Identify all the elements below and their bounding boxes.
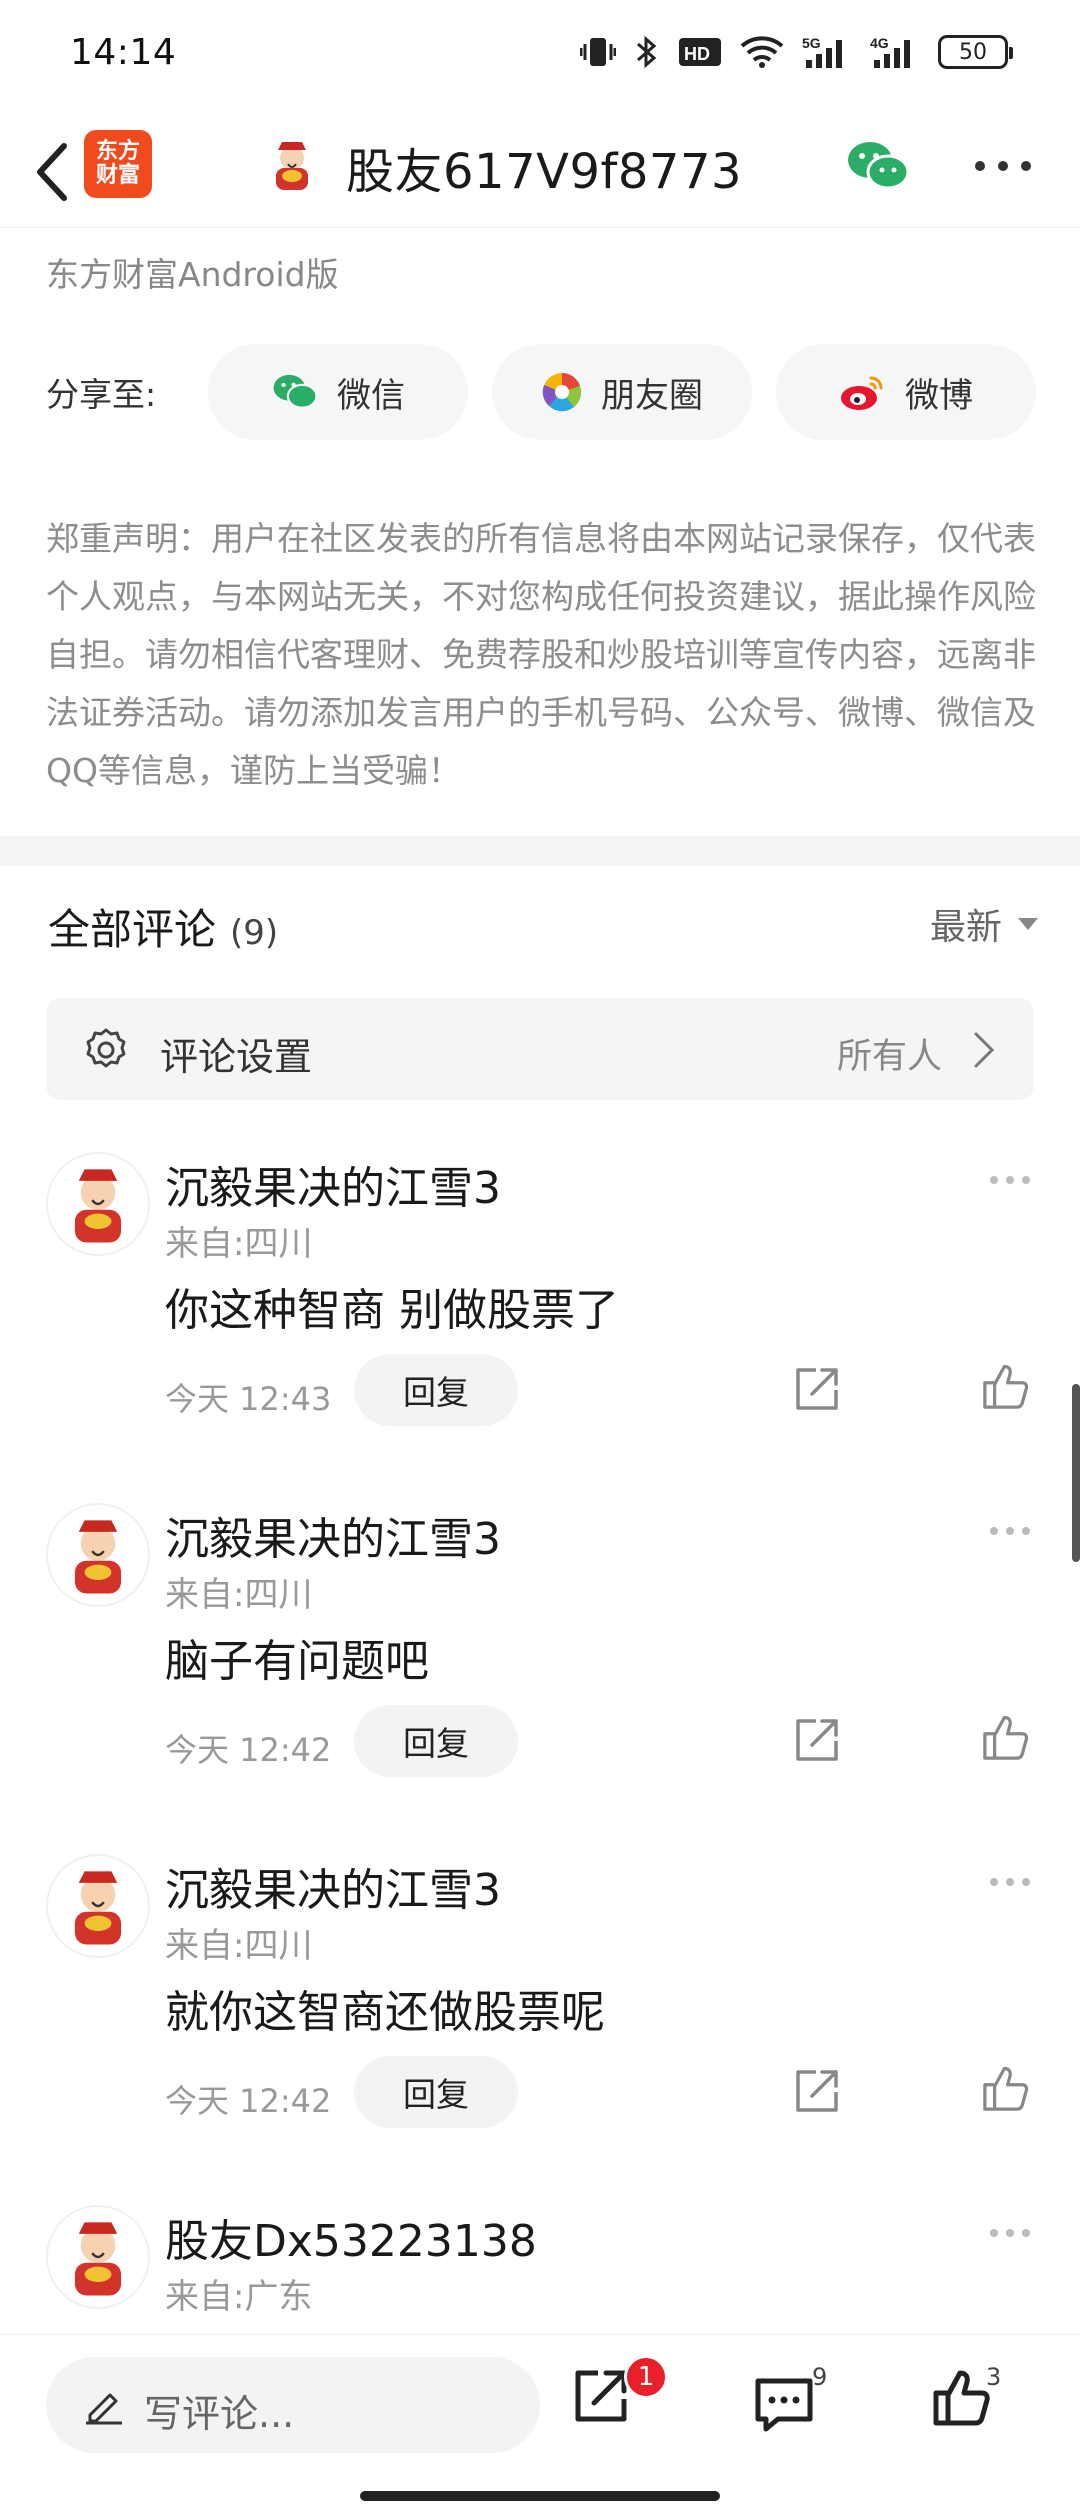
sort-dropdown[interactable]: 最新 xyxy=(930,898,1038,950)
header: 东方 财富 股友617V9f8773 xyxy=(0,116,1080,228)
comment-location: 来自:四川 xyxy=(165,1926,313,1966)
page-title: 股友617V9f8773 xyxy=(346,144,743,200)
share-wechat-label: 微信 xyxy=(337,375,405,416)
share-row: 分享至: 微信 朋友圈 微博 xyxy=(46,344,1046,440)
comment-location: 来自:四川 xyxy=(165,1224,313,1264)
comment-placeholder: 写评论... xyxy=(144,2392,295,2436)
comment-settings-label: 评论设置 xyxy=(160,1035,313,1079)
comments-icon[interactable] xyxy=(752,2375,816,2435)
disclaimer: 郑重声明：用户在社区发表的所有信息将由本网站记录保存，仅代表个人观点，与本网站无… xyxy=(46,519,1036,790)
comment-text: 就你这智商还做股票呢 xyxy=(165,1987,605,2038)
comment-time: 今天 12:42 xyxy=(165,1731,332,1769)
comment-settings-value: 所有人 xyxy=(836,1037,942,1077)
app-logo-line1: 东方 xyxy=(95,139,140,164)
comment-author[interactable]: 股友Dx53223138 xyxy=(165,2205,537,2269)
avatar[interactable] xyxy=(46,1854,150,1958)
bluetooth-icon xyxy=(637,35,657,69)
comment-author[interactable]: 沉毅果决的江雪3 xyxy=(165,1503,501,1567)
share-weibo-button[interactable]: 微博 xyxy=(776,344,1036,440)
thumbs-up-icon[interactable] xyxy=(930,2365,994,2429)
signal-5g-icon: 5G xyxy=(802,35,842,68)
signal-4g-icon: 4G xyxy=(870,35,910,68)
status-bar: 14:14 HD 5G 4G 50 xyxy=(0,0,1080,104)
battery-level: 50 xyxy=(959,39,987,65)
bottom-bar: 写评论... 1 9 3 xyxy=(0,2334,1080,2520)
comments-count: (9) xyxy=(230,913,279,953)
author-avatar[interactable] xyxy=(262,136,322,196)
comment-location: 来自:广东 xyxy=(165,2277,313,2317)
comment-item: 沉毅果决的江雪3 来自:四川你这种智商 别做股票了今天 12:43 回复 xyxy=(0,1152,1080,1502)
gear-icon xyxy=(86,1028,126,1068)
share-moments-label: 朋友圈 xyxy=(601,375,703,416)
app-logo[interactable]: 东方 财富 xyxy=(84,130,152,198)
comment-settings-row[interactable]: 评论设置 所有人 xyxy=(46,998,1034,1100)
sort-label: 最新 xyxy=(929,907,1002,948)
home-indicator[interactable] xyxy=(360,2491,720,2501)
comment-author[interactable]: 沉毅果决的江雪3 xyxy=(165,1854,501,1918)
comment-count: 9 xyxy=(812,2363,828,2391)
hd-icon: HD xyxy=(679,38,721,66)
back-icon[interactable] xyxy=(22,138,82,206)
hd-label: HD xyxy=(684,44,710,64)
share-icon[interactable] xyxy=(568,2365,632,2429)
moments-icon xyxy=(542,373,582,412)
more-icon[interactable] xyxy=(988,1876,1032,1888)
comments-header: 全部评论 (9) xyxy=(48,896,278,957)
more-icon[interactable] xyxy=(972,156,1034,176)
share-wechat-button[interactable]: 微信 xyxy=(208,344,468,440)
post-source: 东方财富Android版 xyxy=(46,255,339,294)
avatar[interactable] xyxy=(46,1152,150,1256)
share-icon[interactable] xyxy=(792,2066,842,2116)
comment-time: 今天 12:43 xyxy=(165,1380,332,1418)
thumbs-up-icon[interactable] xyxy=(980,1711,1032,1763)
wechat-icon xyxy=(273,374,318,409)
pencil-icon xyxy=(86,2393,122,2425)
reply-button[interactable]: 回复 xyxy=(354,1354,518,1426)
like-count: 3 xyxy=(986,2363,1002,2391)
avatar[interactable] xyxy=(46,2205,150,2309)
thumbs-up-icon[interactable] xyxy=(980,2062,1032,2114)
share-icon[interactable] xyxy=(792,1715,842,1765)
reply-button[interactable]: 回复 xyxy=(354,1705,518,1777)
net2-label: 4G xyxy=(870,35,889,51)
weibo-icon xyxy=(841,376,883,410)
comment-author[interactable]: 沉毅果决的江雪3 xyxy=(165,1152,501,1216)
share-icon[interactable] xyxy=(792,1364,842,1414)
vibrate-icon xyxy=(580,38,616,66)
battery-icon: 50 xyxy=(938,35,1013,69)
comment-item: 沉毅果决的江雪3 来自:四川脑子有问题吧今天 12:42 回复 xyxy=(0,1503,1080,1853)
comment-text: 你这种智商 别做股票了 xyxy=(165,1285,619,1336)
chevron-right-icon xyxy=(974,1032,995,1068)
wifi-icon xyxy=(740,36,784,68)
scrollbar-thumb[interactable] xyxy=(1072,1384,1080,1562)
wechat-icon[interactable] xyxy=(846,138,910,194)
section-divider xyxy=(0,836,1080,866)
avatar[interactable] xyxy=(46,1503,150,1607)
share-badge: 1 xyxy=(624,2355,668,2399)
share-weibo-label: 微博 xyxy=(905,375,973,416)
status-time: 14:14 xyxy=(70,31,177,73)
write-comment-input[interactable]: 写评论... xyxy=(46,2357,540,2453)
share-moments-button[interactable]: 朋友圈 xyxy=(492,344,752,440)
comment-text: 脑子有问题吧 xyxy=(165,1636,429,1687)
caret-down-icon xyxy=(1018,918,1038,930)
more-icon[interactable] xyxy=(988,1174,1032,1186)
comment-time: 今天 12:42 xyxy=(165,2082,332,2120)
app-logo-line2: 财富 xyxy=(95,163,140,188)
comment-location: 来自:四川 xyxy=(165,1575,313,1615)
more-icon[interactable] xyxy=(988,1525,1032,1537)
reply-button[interactable]: 回复 xyxy=(354,2056,518,2128)
status-icons: HD 5G 4G 50 xyxy=(580,34,1013,70)
thumbs-up-icon[interactable] xyxy=(980,1360,1032,1412)
comments-title: 全部评论 xyxy=(48,905,217,954)
net1-label: 5G xyxy=(802,35,821,51)
comment-item: 沉毅果决的江雪3 来自:四川就你这智商还做股票呢今天 12:42 回复 xyxy=(0,1854,1080,2204)
more-icon[interactable] xyxy=(988,2227,1032,2239)
share-label: 分享至: xyxy=(46,375,157,414)
